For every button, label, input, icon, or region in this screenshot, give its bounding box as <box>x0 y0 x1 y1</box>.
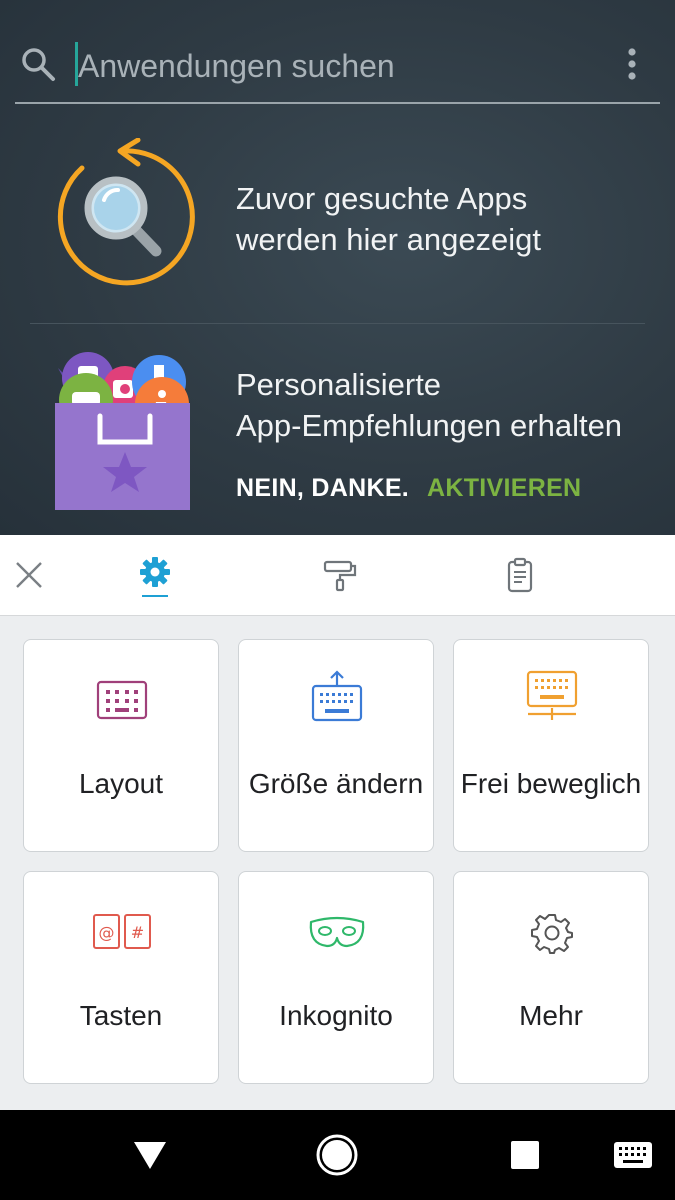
recent-search-icon <box>57 138 195 286</box>
app-search-panel: Zuvor gesuchte Apps werden hier angezeig… <box>0 0 675 535</box>
back-button[interactable] <box>115 1110 185 1200</box>
incognito-mask-icon <box>309 916 365 948</box>
paint-roller-icon <box>323 560 357 592</box>
tile-label: Frei beweglich <box>460 768 642 799</box>
search-bar[interactable] <box>0 0 675 104</box>
keyboard-icon <box>614 1142 652 1168</box>
keys-icon: @ # <box>93 914 151 949</box>
tile-keys[interactable]: @ # Tasten <box>23 871 219 1084</box>
promo-line-2: App-Empfehlungen erhalten <box>236 408 623 443</box>
search-icon <box>22 48 55 81</box>
keyboard-switch-button[interactable] <box>598 1110 668 1200</box>
promo-line-1: Personalisierte <box>236 367 442 402</box>
system-navigation-bar <box>0 1110 675 1200</box>
tile-label: Layout <box>78 768 164 799</box>
search-input[interactable] <box>78 44 598 88</box>
home-button[interactable] <box>302 1110 372 1200</box>
floating-keyboard-icon <box>526 670 578 720</box>
decline-button[interactable]: NEIN, DANKE. <box>236 474 409 503</box>
tab-clipboard[interactable] <box>485 535 555 615</box>
tab-settings[interactable] <box>120 535 190 615</box>
close-icon <box>16 562 42 588</box>
more-vert-icon[interactable] <box>614 44 650 84</box>
recents-square-icon <box>511 1141 539 1169</box>
tile-incognito[interactable]: Inkognito <box>238 871 434 1084</box>
gear-icon <box>140 557 170 587</box>
recent-apps-message: Zuvor gesuchte Apps werden hier angezeig… <box>236 178 656 260</box>
resize-keyboard-icon <box>311 670 363 722</box>
keyboard-settings-grid: Layout Größe ändern Frei beweglich @ # T… <box>0 616 675 1110</box>
promo-message: Personalisierte App-Empfehlungen erhalte… <box>236 364 666 446</box>
keyboard-layout-icon <box>96 680 148 720</box>
close-button[interactable] <box>0 535 58 615</box>
tile-label: Inkognito <box>279 1000 393 1031</box>
active-tab-indicator <box>142 595 168 597</box>
svg-text:@: @ <box>99 923 115 942</box>
gear-outline-icon <box>531 914 573 954</box>
recent-line-1: Zuvor gesuchte Apps <box>236 181 528 216</box>
recent-line-2: werden hier angezeigt <box>236 222 542 257</box>
tile-label: Größe ändern <box>248 768 424 799</box>
tile-label: Tasten <box>79 1000 163 1031</box>
recents-button[interactable] <box>490 1110 560 1200</box>
activate-button[interactable]: AKTIVIEREN <box>427 474 581 503</box>
svg-text:#: # <box>131 923 144 942</box>
tile-resize[interactable]: Größe ändern <box>238 639 434 852</box>
tab-themes[interactable] <box>305 535 375 615</box>
back-triangle-icon <box>134 1142 166 1169</box>
tile-layout[interactable]: Layout <box>23 639 219 852</box>
tile-more[interactable]: Mehr <box>453 871 649 1084</box>
keyboard-toolbar <box>0 535 675 616</box>
home-circle-icon <box>316 1134 358 1176</box>
tile-floating[interactable]: Frei beweglich <box>453 639 649 852</box>
tile-label: Mehr <box>519 1000 583 1031</box>
clipboard-icon <box>507 557 533 593</box>
search-underline <box>15 102 660 104</box>
divider <box>30 323 645 324</box>
app-bag-icon <box>55 352 190 510</box>
